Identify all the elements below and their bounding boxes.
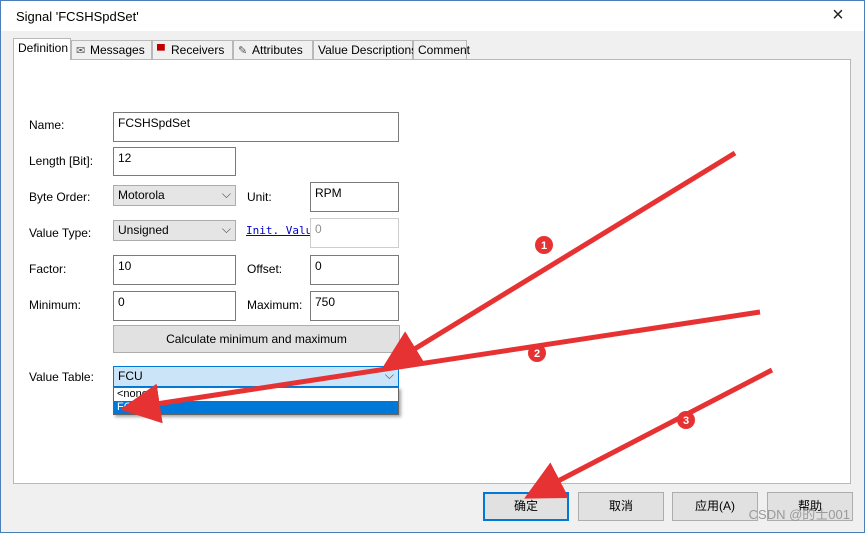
value-type-value: Unsigned	[118, 223, 169, 237]
name-label: Name:	[29, 118, 65, 132]
minimum-input[interactable]: 0	[113, 291, 236, 321]
window-title: Signal 'FCSHSpdSet'	[16, 9, 139, 24]
definition-panel: Name: FCSHSpdSet Length [Bit]: 12 Byte O…	[13, 59, 851, 484]
offset-label: Offset:	[247, 262, 283, 276]
envelope-icon: ✉	[76, 45, 86, 57]
watermark: CSDN @的士001	[748, 507, 850, 522]
cancel-button[interactable]: 取消	[578, 492, 664, 521]
attributes-icon: ✎	[238, 45, 248, 57]
byte-order-value: Motorola	[118, 188, 165, 202]
unit-label: Unit:	[247, 190, 272, 204]
tab-messages[interactable]: ✉ Messages	[71, 40, 152, 59]
title-bar: Signal 'FCSHSpdSet' ×	[1, 1, 864, 31]
dropdown-option-fcu[interactable]: FCU	[114, 401, 398, 414]
tab-label: Attributes	[252, 43, 303, 57]
ok-button[interactable]: 确定	[483, 492, 569, 521]
init-value-link[interactable]: Init. Value:	[246, 224, 310, 237]
offset-input[interactable]: 0	[310, 255, 399, 285]
chevron-down-icon: ⌵	[221, 187, 231, 201]
value-type-label: Value Type:	[29, 226, 92, 240]
value-table-label: Value Table:	[29, 370, 94, 384]
byte-order-select[interactable]: Motorola ⌵	[113, 185, 236, 206]
calculate-min-max-button[interactable]: Calculate minimum and maximum	[113, 325, 400, 353]
tab-receivers[interactable]: ▀ Receivers	[152, 40, 233, 59]
value-table-select[interactable]: FCU ⌵	[113, 366, 399, 387]
tab-value-descriptions[interactable]: Value Descriptions	[313, 40, 417, 59]
name-input[interactable]: FCSHSpdSet	[113, 112, 399, 142]
tab-label: Value Descriptions	[318, 43, 418, 57]
factor-input[interactable]: 10	[113, 255, 236, 285]
value-table-dropdown: <none> FCU	[113, 387, 399, 415]
signal-dialog: Signal 'FCSHSpdSet' × Definition ✉ Messag…	[0, 0, 865, 533]
chevron-down-icon: ⌵	[221, 222, 231, 236]
tab-comment[interactable]: Comment	[413, 40, 471, 59]
value-table-value: FCU	[118, 369, 143, 383]
close-icon[interactable]: ×	[826, 4, 850, 28]
chevron-down-icon: ⌵	[384, 368, 394, 382]
tab-label: Messages	[90, 43, 145, 57]
length-input[interactable]: 12	[113, 147, 236, 176]
unit-input[interactable]: RPM	[310, 182, 399, 212]
tab-label: Receivers	[171, 43, 225, 57]
tab-label: Comment	[418, 43, 471, 57]
init-value-input: 0	[310, 218, 399, 248]
length-label: Length [Bit]:	[29, 154, 94, 168]
maximum-label: Maximum:	[247, 298, 303, 312]
receiver-icon: ▀	[157, 45, 165, 57]
maximum-input[interactable]: 750	[310, 291, 399, 321]
byte-order-label: Byte Order:	[29, 190, 91, 204]
dropdown-option-none[interactable]: <none>	[114, 388, 398, 401]
tab-label: Definition	[18, 41, 69, 55]
tab-definition[interactable]: Definition	[13, 38, 71, 60]
factor-label: Factor:	[29, 262, 67, 276]
value-type-select[interactable]: Unsigned ⌵	[113, 220, 236, 241]
minimum-label: Minimum:	[29, 298, 82, 312]
tab-attributes[interactable]: ✎ Attributes	[233, 40, 313, 59]
apply-button[interactable]: 应用(A)	[672, 492, 758, 521]
